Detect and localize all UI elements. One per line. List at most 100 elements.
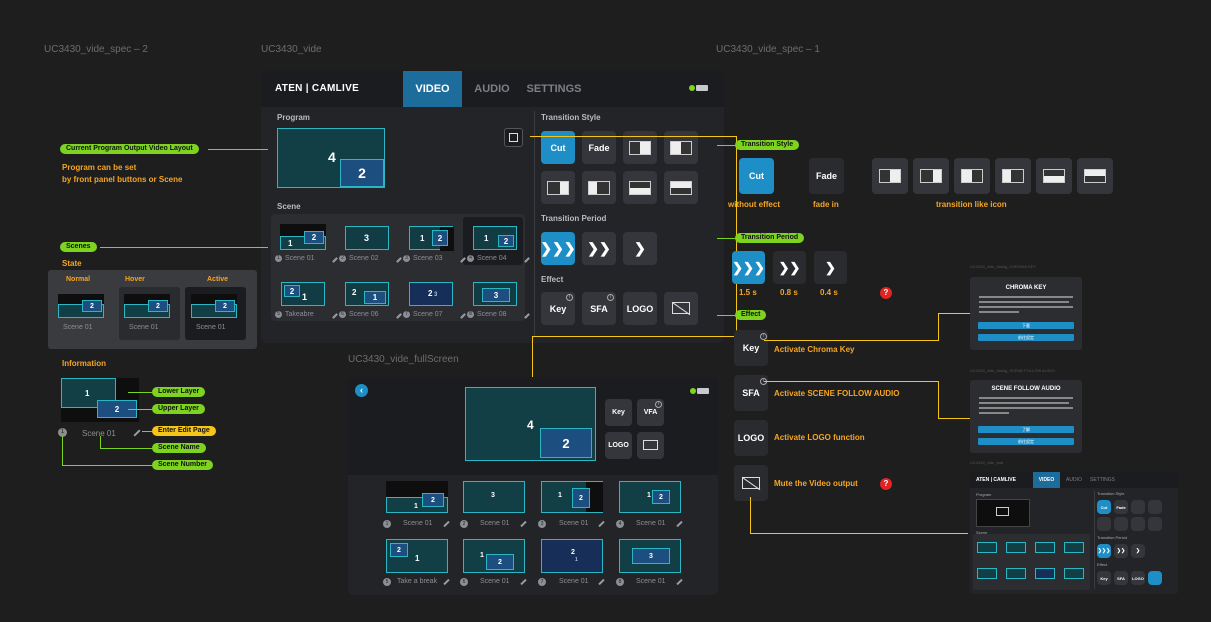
scene-card-8[interactable]: 3 8 Scene 08 bbox=[467, 282, 530, 319]
info-icon[interactable]: i bbox=[760, 333, 767, 340]
info-icon[interactable]: i bbox=[566, 294, 573, 301]
edit-pencil-icon[interactable] bbox=[520, 578, 527, 586]
fs-scene-1[interactable]: 1 2 bbox=[386, 481, 448, 513]
fs-scene-name: Take a break bbox=[397, 578, 438, 585]
fullscreen-button[interactable] bbox=[504, 128, 523, 147]
device-status-icon bbox=[689, 83, 709, 93]
fs-scene-3[interactable]: 1 2 bbox=[541, 481, 603, 513]
mini-transition-button[interactable] bbox=[1148, 517, 1162, 531]
mini-logo-button[interactable]: LOGO bbox=[1131, 571, 1145, 585]
scene-name: Scene 04 bbox=[477, 255, 507, 262]
tab-audio[interactable]: AUDIO bbox=[468, 71, 516, 107]
chroma-dialog-title: CHROMA KEY bbox=[1005, 285, 1047, 291]
scene-card-2[interactable]: 3 2 Scene 02 bbox=[339, 226, 402, 263]
spec-cut-button[interactable]: Cut bbox=[739, 158, 774, 194]
edit-pencil-icon[interactable] bbox=[133, 429, 141, 437]
double-chevron-icon: ❯❯ bbox=[587, 240, 611, 256]
edit-pencil-icon[interactable] bbox=[524, 257, 530, 263]
fs-scene-8[interactable]: 3 bbox=[619, 539, 681, 573]
mini-tab-audio[interactable]: AUDIO bbox=[1066, 477, 1082, 483]
sfa-ok-button[interactable]: 了解 bbox=[978, 426, 1074, 433]
scene-card-7[interactable]: 2 3 7 Scene 07 bbox=[403, 282, 466, 319]
mini-key-button[interactable]: Key bbox=[1097, 571, 1111, 585]
spec-period-fast[interactable]: ❯ bbox=[814, 251, 847, 284]
mini-cut-button[interactable]: Cut bbox=[1097, 500, 1111, 514]
transition-period-label: Transition Period bbox=[541, 214, 607, 223]
logo-description: Activate LOGO function bbox=[774, 433, 865, 442]
edit-pencil-icon[interactable] bbox=[520, 520, 527, 528]
program-layer-1-number: 4 bbox=[328, 149, 336, 165]
mini-program-preview bbox=[976, 499, 1030, 527]
period-medium-button[interactable]: ❯❯ bbox=[582, 232, 616, 265]
fs-scene-5[interactable]: 2 1 bbox=[386, 539, 448, 573]
spec-mute-button[interactable] bbox=[734, 465, 768, 501]
period-2: 0.8 s bbox=[780, 288, 798, 297]
fs-logo-button[interactable]: LOGO bbox=[605, 432, 632, 459]
fs-key-button[interactable]: Key bbox=[605, 399, 632, 426]
mini-scene-grid bbox=[973, 534, 1090, 590]
program-preview: 4 2 bbox=[277, 128, 385, 188]
main-app-panel: ATEN | CAMLIVE VIDEO AUDIO SETTINGS Prog… bbox=[261, 71, 724, 343]
period-3: 0.4 s bbox=[820, 288, 838, 297]
mini-sfa-button[interactable]: SFA bbox=[1114, 571, 1128, 585]
scene-name: Scene 07 bbox=[413, 311, 443, 318]
tab-settings[interactable]: SETTINGS bbox=[523, 71, 585, 107]
mini-transition-button[interactable] bbox=[1097, 517, 1111, 531]
edit-pencil-icon[interactable] bbox=[598, 520, 605, 528]
info-icon[interactable]: i bbox=[655, 401, 662, 408]
mini-tab-settings[interactable]: SETTINGS bbox=[1090, 477, 1115, 483]
fs-scene-4[interactable]: 1 2 bbox=[619, 481, 681, 513]
edit-pencil-icon[interactable] bbox=[443, 520, 450, 528]
sfa-settings-button[interactable]: 前往設定 bbox=[978, 438, 1074, 445]
edit-pencil-icon[interactable] bbox=[524, 313, 530, 319]
fs-scene-2[interactable]: 3 bbox=[463, 481, 525, 513]
fs-scene-6[interactable]: 1 2 bbox=[463, 539, 525, 573]
period-fast-button[interactable]: ❯ bbox=[623, 232, 657, 265]
mini-period-fast[interactable]: ❯ bbox=[1131, 544, 1145, 558]
chroma-download-button[interactable]: 下載 bbox=[978, 322, 1074, 329]
fullscreen-program-preview: 4 2 bbox=[465, 387, 596, 461]
slide-left-button[interactable] bbox=[582, 171, 616, 204]
fs-mute-button[interactable] bbox=[637, 432, 664, 459]
mini-fade-button[interactable]: Fade bbox=[1114, 500, 1128, 514]
dialog-text-line bbox=[979, 301, 1069, 303]
edit-pencil-icon[interactable] bbox=[443, 578, 450, 586]
mini-mute-button[interactable] bbox=[1148, 571, 1162, 585]
slide-up-button[interactable] bbox=[664, 171, 698, 204]
mini-period-slow[interactable]: ❯❯❯ bbox=[1097, 544, 1111, 558]
scene-card-3[interactable]: 1 2 3 Scene 03 bbox=[403, 226, 466, 263]
info-icon[interactable]: i bbox=[607, 294, 614, 301]
mini-transition-button[interactable] bbox=[1131, 517, 1145, 531]
slide-down-button[interactable] bbox=[623, 171, 657, 204]
scene-card-5[interactable]: 2 1 5 Takeabre bbox=[275, 282, 338, 319]
back-arrow-icon[interactable]: ‹ bbox=[355, 384, 368, 397]
mini-transition-button[interactable] bbox=[1114, 517, 1128, 531]
scene-card-4-active[interactable]: 1 2 4 Scene 04 bbox=[467, 226, 530, 263]
slide-right-button[interactable] bbox=[541, 171, 575, 204]
mini-period-medium[interactable]: ❯❯ bbox=[1114, 544, 1128, 558]
mini-transition-button[interactable] bbox=[1148, 500, 1162, 514]
spec-fade-button[interactable]: Fade bbox=[809, 158, 844, 194]
edit-pencil-icon[interactable] bbox=[676, 520, 683, 528]
mini-ts-label: Transition Style bbox=[1097, 491, 1125, 496]
logo-button[interactable]: LOGO bbox=[623, 292, 657, 325]
chroma-settings-button[interactable]: 前往設定 bbox=[978, 334, 1074, 341]
mute-video-button[interactable] bbox=[664, 292, 698, 325]
scene-card-1[interactable]: 2 1 1 Scene 01 bbox=[275, 224, 338, 263]
fs-scene-7[interactable]: 2 1 bbox=[541, 539, 603, 573]
edit-pencil-icon[interactable] bbox=[676, 578, 683, 586]
upper-layer-pill: Upper Layer bbox=[152, 404, 205, 414]
scene-card-6[interactable]: 2 1 6 Scene 06 bbox=[339, 282, 402, 319]
slide-up-icon bbox=[670, 181, 692, 195]
period-slow-button[interactable]: ❯❯❯ bbox=[540, 232, 576, 265]
spec-period-slow[interactable]: ❯❯❯ bbox=[732, 251, 765, 284]
mini-transition-button[interactable] bbox=[1131, 500, 1145, 514]
edit-pencil-icon[interactable] bbox=[598, 578, 605, 586]
monitor-off-icon bbox=[996, 507, 1009, 516]
fs-scene-number: 8 bbox=[616, 578, 624, 586]
tab-video[interactable]: VIDEO bbox=[403, 71, 462, 107]
spec-logo-button[interactable]: LOGO bbox=[734, 420, 768, 456]
connector-line bbox=[717, 145, 735, 146]
mini-tab-video[interactable]: VIDEO bbox=[1033, 472, 1060, 488]
spec-period-medium[interactable]: ❯❯ bbox=[773, 251, 806, 284]
